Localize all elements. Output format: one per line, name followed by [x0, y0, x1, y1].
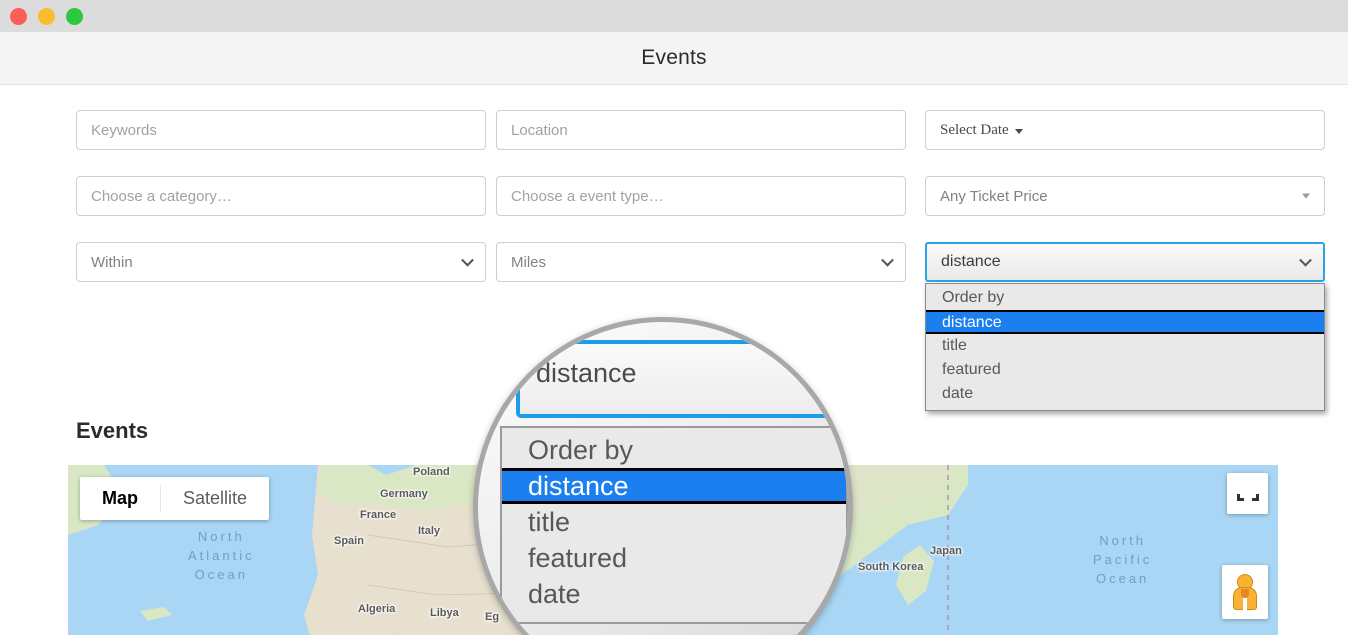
- page-content: Keywords Location Select Date Choose a c…: [0, 85, 1348, 635]
- map-label-poland: Poland: [413, 466, 450, 478]
- street-view-pegman-button[interactable]: [1222, 565, 1268, 619]
- maximize-window-button[interactable]: [66, 7, 83, 25]
- order-by-field-wrap: distance Order by distance title feature…: [925, 242, 1325, 411]
- category-field-wrap: Choose a category…: [76, 176, 486, 216]
- magnified-order-by-select: distance: [516, 340, 846, 418]
- select-date-label: Select Date: [940, 121, 1009, 138]
- magnified-option-placeholder: Order by: [528, 435, 634, 465]
- map-label-germany: Germany: [380, 488, 428, 500]
- keywords-placeholder: Keywords: [91, 121, 157, 139]
- within-select[interactable]: Within: [76, 242, 486, 282]
- map-label-japan: Japan: [930, 545, 962, 557]
- units-select[interactable]: Miles: [496, 242, 906, 282]
- page-title: Events: [641, 46, 707, 69]
- street-view-pegman-icon: [1232, 574, 1258, 610]
- map-type-satellite-button[interactable]: Satellite: [161, 477, 269, 520]
- ticket-price-select[interactable]: Any Ticket Price: [925, 176, 1325, 216]
- ocean-label-north-atlantic: North Atlantic Ocean: [188, 529, 255, 582]
- map-label-algeria: Algeria: [358, 603, 396, 615]
- ticket-price-field-wrap: Any Ticket Price: [925, 176, 1325, 216]
- location-input[interactable]: Location: [496, 110, 906, 150]
- window-title-bar: [0, 0, 1348, 32]
- magnified-option-distance: distance: [502, 468, 846, 504]
- map-type-map-button[interactable]: Map: [80, 477, 160, 520]
- magnified-order-by-value: distance: [536, 358, 637, 388]
- within-value: Within: [91, 253, 133, 271]
- magnifier-lens-overlay: distance Order by distance title feature…: [473, 317, 853, 635]
- units-value: Miles: [511, 253, 547, 271]
- category-placeholder: Choose a category…: [91, 187, 232, 205]
- magnified-dropdown-list: Order by distance title featured date: [500, 426, 848, 624]
- order-by-option-date[interactable]: date: [926, 382, 1324, 406]
- order-by-dropdown-list[interactable]: Order by distance title featured date: [925, 283, 1325, 411]
- event-type-select[interactable]: Choose a event type…: [496, 176, 906, 216]
- order-by-option-placeholder[interactable]: Order by: [926, 286, 1324, 310]
- chevron-down-icon: [881, 253, 894, 267]
- location-field-wrap: Location: [496, 110, 906, 150]
- map-type-toggle[interactable]: Map Satellite: [80, 477, 270, 520]
- chevron-down-icon: [1299, 253, 1312, 267]
- caret-down-icon: [1302, 193, 1310, 199]
- order-by-select[interactable]: distance: [925, 242, 1325, 282]
- map-label-south-korea: South Korea: [858, 561, 924, 573]
- event-search-filters: Keywords Location Select Date Choose a c…: [0, 110, 1348, 411]
- chevron-down-icon: [461, 253, 474, 267]
- app-header: Events: [0, 32, 1348, 85]
- filter-row-3: Within Miles distance Order by distance …: [0, 242, 1348, 411]
- ocean-label-north-pacific: North Pacific Ocean: [1093, 533, 1153, 586]
- order-by-option-featured[interactable]: featured: [926, 358, 1324, 382]
- map-label-spain: Spain: [334, 535, 364, 547]
- caret-down-icon: [1014, 128, 1023, 134]
- magnified-option-title: title: [528, 507, 571, 537]
- keywords-field-wrap: Keywords: [76, 110, 486, 150]
- map-label-italy: Italy: [418, 525, 441, 537]
- select-date-button[interactable]: Select Date: [925, 110, 1325, 150]
- within-field-wrap: Within: [76, 242, 486, 282]
- filter-row-2: Choose a category… Choose a event type… …: [0, 176, 1348, 216]
- order-by-option-title[interactable]: title: [926, 334, 1324, 358]
- ticket-price-value: Any Ticket Price: [940, 187, 1048, 205]
- magnified-option-featured: featured: [528, 543, 628, 573]
- event-type-placeholder: Choose a event type…: [511, 187, 664, 205]
- fullscreen-icon: [1236, 487, 1259, 501]
- location-placeholder: Location: [511, 121, 568, 139]
- map-fullscreen-button[interactable]: [1227, 473, 1268, 514]
- map-label-france: France: [360, 509, 397, 521]
- map-label-libya: Libya: [430, 607, 459, 619]
- category-select[interactable]: Choose a category…: [76, 176, 486, 216]
- units-field-wrap: Miles: [496, 242, 906, 282]
- order-by-option-distance[interactable]: distance: [926, 310, 1324, 334]
- minimize-window-button[interactable]: [38, 7, 55, 25]
- event-type-field-wrap: Choose a event type…: [496, 176, 906, 216]
- magnifier-content: distance Order by distance title feature…: [478, 322, 848, 635]
- magnified-option-date: date: [528, 579, 581, 609]
- select-date-field-wrap: Select Date: [925, 110, 1325, 150]
- events-results-heading: Events: [76, 418, 149, 443]
- filter-row-1: Keywords Location Select Date: [0, 110, 1348, 150]
- close-window-button[interactable]: [10, 7, 27, 25]
- order-by-value: distance: [941, 253, 1001, 270]
- keywords-input[interactable]: Keywords: [76, 110, 486, 150]
